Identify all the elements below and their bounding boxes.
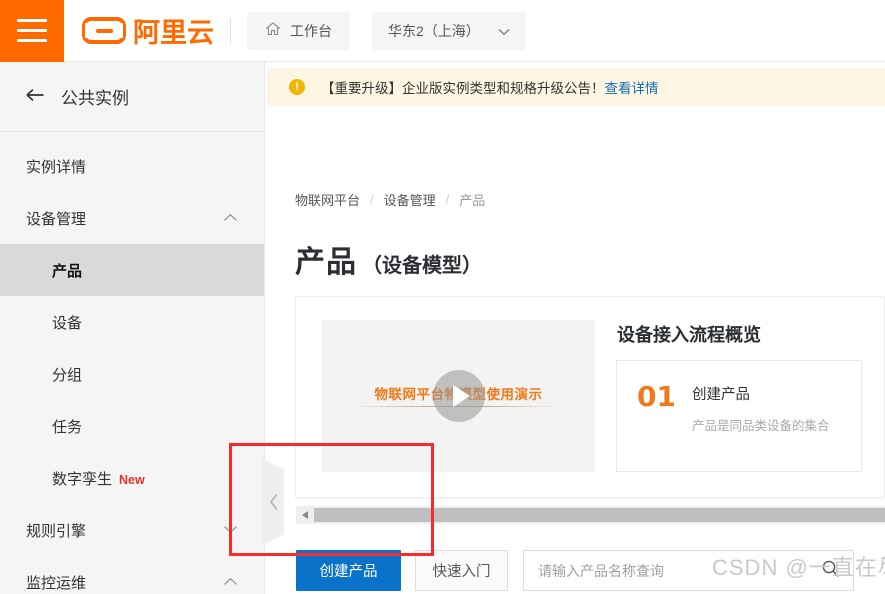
breadcrumb-separator: / bbox=[370, 192, 374, 207]
sidebar-item-label: 数字孪生 bbox=[52, 470, 113, 488]
new-badge: New bbox=[119, 472, 145, 487]
product-search-box[interactable] bbox=[523, 550, 854, 591]
sidebar-header-title: 公共实例 bbox=[61, 89, 129, 108]
region-label: 华东2（上海） bbox=[388, 22, 480, 39]
sidebar-item-label: 实例详情 bbox=[26, 158, 87, 176]
sidebar-item-label: 监控运维 bbox=[26, 574, 87, 592]
notice-detail-link[interactable]: 查看详情 bbox=[605, 77, 659, 97]
sidebar-item-rules-engine[interactable]: 规则引擎 bbox=[0, 504, 264, 556]
sidebar-menu-list: 实例详情 设备管理 产品 设备 分组 任务 数字孪生 New 规则引擎 监控运维 bbox=[0, 132, 264, 594]
aliyun-logo-mark-icon bbox=[82, 17, 126, 44]
main-content: ! 【重要升级】企业版实例类型和规格升级公告！ 查看详情 物联网平台 / 设备管… bbox=[266, 62, 885, 594]
sidebar-item-device-management[interactable]: 设备管理 bbox=[0, 192, 264, 244]
page-title: 产品 （设备模型） bbox=[295, 237, 482, 281]
sidebar-item-devices[interactable]: 设备 bbox=[0, 296, 264, 348]
sidebar-item-instance-detail[interactable]: 实例详情 bbox=[0, 140, 264, 192]
home-icon bbox=[265, 21, 281, 40]
sidebar-item-label: 设备 bbox=[52, 314, 83, 332]
sidebar-item-label: 任务 bbox=[52, 418, 83, 436]
flow-step-card[interactable]: 01 创建产品 产品是同品类设备的集合 bbox=[616, 360, 862, 472]
chevron-down-icon bbox=[223, 523, 238, 537]
topbar-divider bbox=[230, 17, 231, 44]
aliyun-logo-text: 阿里云 bbox=[133, 18, 214, 49]
sidebar-item-label: 产品 bbox=[52, 262, 83, 280]
video-thumbnail[interactable]: 物联网平台物模型使用演示 bbox=[322, 320, 595, 472]
sidebar-item-products[interactable]: 产品 bbox=[0, 244, 264, 296]
aliyun-logo[interactable]: 阿里云 bbox=[82, 11, 214, 50]
intro-card: 物联网平台物模型使用演示 设备接入流程概览 01 创建产品 产品是同品类设备的集… bbox=[295, 296, 885, 498]
page-title-main: 产品 bbox=[295, 246, 357, 279]
sidebar-item-monitoring[interactable]: 监控运维 bbox=[0, 556, 264, 594]
sidebar-item-label: 分组 bbox=[52, 366, 83, 384]
create-product-button[interactable]: 创建产品 bbox=[296, 550, 401, 591]
sidebar-item-label: 设备管理 bbox=[26, 210, 87, 228]
app-root: 阿里云 工作台 华东2（上海） 公共实例 实例详情 设备管理 产品 设备 分组 … bbox=[0, 0, 885, 594]
breadcrumb-separator: / bbox=[445, 192, 450, 207]
back-arrow-icon bbox=[26, 87, 45, 106]
page-title-sub: （设备模型） bbox=[362, 255, 482, 277]
flow-overview-title: 设备接入流程概览 bbox=[617, 325, 761, 345]
chevron-up-icon bbox=[223, 575, 238, 589]
workbench-label: 工作台 bbox=[290, 22, 332, 39]
quick-start-button[interactable]: 快速入门 bbox=[415, 550, 508, 591]
step-number: 01 bbox=[637, 380, 676, 413]
notice-text: 【重要升级】企业版实例类型和规格升级公告！ bbox=[321, 81, 605, 96]
breadcrumb: 物联网平台 / 设备管理 / 产品 bbox=[295, 190, 485, 209]
sidebar-item-digital-twin[interactable]: 数字孪生 New bbox=[0, 452, 264, 504]
sidebar-item-groups[interactable]: 分组 bbox=[0, 348, 264, 400]
sidebar-back-header[interactable]: 公共实例 bbox=[0, 62, 264, 132]
sidebar: 公共实例 实例详情 设备管理 产品 设备 分组 任务 数字孪生 New 规则引擎… bbox=[0, 62, 265, 594]
search-input[interactable] bbox=[538, 562, 815, 579]
horizontal-scrollbar[interactable] bbox=[296, 506, 885, 524]
step-title: 创建产品 bbox=[691, 387, 750, 403]
sidebar-item-tasks[interactable]: 任务 bbox=[0, 400, 264, 452]
chevron-up-icon bbox=[223, 211, 238, 225]
search-icon[interactable] bbox=[821, 559, 840, 583]
sidebar-item-label: 规则引擎 bbox=[26, 522, 87, 540]
breadcrumb-item-device-management[interactable]: 设备管理 bbox=[384, 190, 436, 209]
workbench-button[interactable]: 工作台 bbox=[247, 11, 350, 50]
notice-banner: ! 【重要升级】企业版实例类型和规格升级公告！ 查看详情 bbox=[267, 68, 885, 106]
arrow-left-icon[interactable] bbox=[296, 506, 314, 524]
warning-icon: ! bbox=[289, 79, 305, 95]
sidebar-collapse-handle[interactable] bbox=[262, 458, 286, 546]
chevron-down-icon bbox=[498, 23, 510, 39]
hamburger-menu-icon[interactable] bbox=[0, 0, 64, 62]
breadcrumb-item-iot-platform[interactable]: 物联网平台 bbox=[295, 190, 360, 209]
play-icon[interactable] bbox=[432, 370, 485, 422]
region-selector[interactable]: 华东2（上海） bbox=[372, 11, 526, 50]
step-description: 产品是同品类设备的集合 bbox=[691, 419, 830, 433]
top-navigation-bar: 阿里云 工作台 华东2（上海） bbox=[0, 0, 885, 62]
scrollbar-thumb[interactable] bbox=[314, 508, 885, 522]
toolbar: 创建产品 快速入门 bbox=[296, 550, 854, 591]
breadcrumb-item-products: 产品 bbox=[459, 193, 486, 208]
